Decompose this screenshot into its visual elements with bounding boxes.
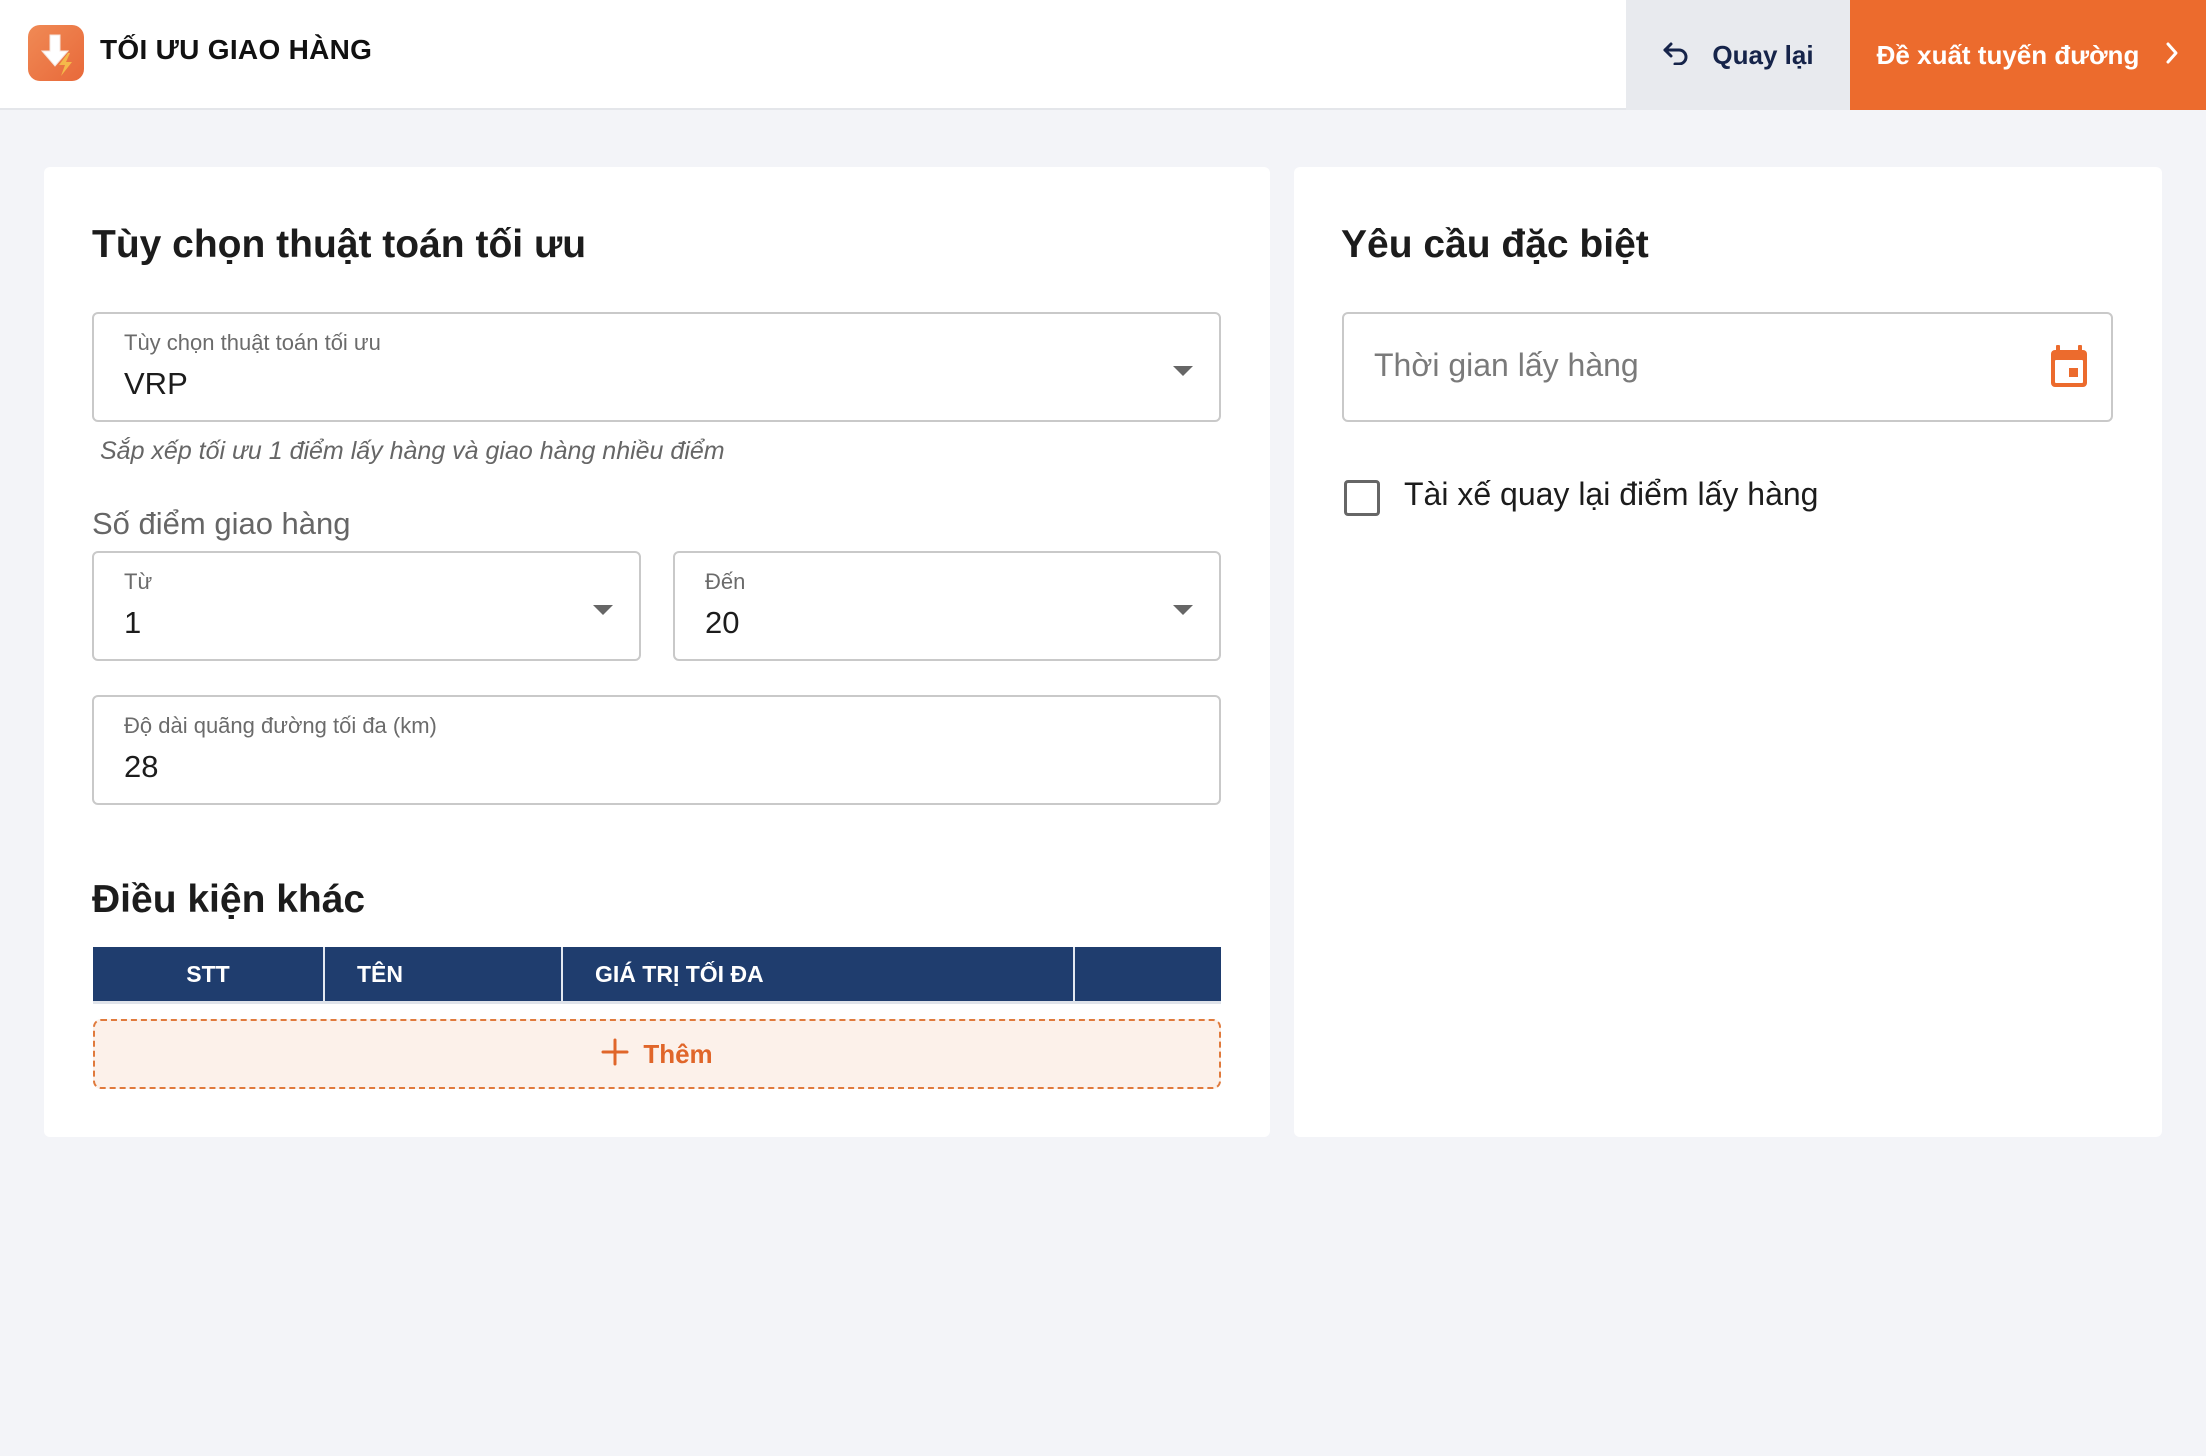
max-distance-value[interactable]: 28 (124, 749, 158, 785)
app-header: TỐI ƯU GIAO HÀNG Quay lại Đề xuất tuyến … (0, 0, 2206, 110)
dropdown-arrow-icon (593, 605, 613, 615)
from-label: Từ (124, 569, 153, 594)
delivery-points-to-select[interactable]: Đến 20 (673, 551, 1221, 661)
delivery-points-label: Số điểm giao hàng (92, 506, 351, 541)
chevron-right-icon (2165, 41, 2179, 70)
suggest-route-button-label: Đề xuất tuyến đường (1876, 39, 2140, 70)
pickup-time-input[interactable]: Thời gian lấy hàng (1342, 312, 2113, 422)
other-conditions-title: Điều kiện khác (92, 878, 366, 921)
suggest-route-button[interactable]: Đề xuất tuyến đường (1850, 0, 2206, 110)
column-header-name: TÊN (325, 947, 563, 1001)
special-card-title: Yêu cầu đặc biệt (1341, 223, 1649, 266)
algorithm-helper-text: Sắp xếp tối ưu 1 điểm lấy hàng và giao h… (100, 437, 725, 465)
algorithm-select[interactable]: Tùy chọn thuật toán tối ưu VRP (92, 312, 1221, 422)
column-header-max-value: GIÁ TRỊ TỐI ĐA (563, 947, 1075, 1001)
return-to-pickup-checkbox[interactable] (1344, 480, 1380, 516)
column-header-stt: STT (93, 947, 325, 1001)
app-title: TỐI ƯU GIAO HÀNG (100, 34, 373, 65)
to-value: 20 (705, 605, 740, 640)
dropdown-arrow-icon (1173, 366, 1193, 376)
from-value: 1 (124, 605, 142, 640)
algorithm-select-label: Tùy chọn thuật toán tối ưu (124, 330, 381, 355)
max-distance-label: Độ dài quãng đường tối đa (km) (124, 713, 437, 738)
conditions-table-header: STT TÊN GIÁ TRỊ TỐI ĐA (93, 947, 1221, 1004)
return-to-pickup-label: Tài xế quay lại điểm lấy hàng (1404, 476, 1819, 512)
undo-arrow-icon (1662, 41, 1690, 70)
plus-icon (601, 1038, 629, 1071)
pickup-time-placeholder: Thời gian lấy hàng (1374, 347, 1639, 383)
algorithm-options-card: Tùy chọn thuật toán tối ưu Tùy chọn thuậ… (44, 167, 1270, 1137)
special-requirements-card: Yêu cầu đặc biệt Thời gian lấy hàng Tài … (1294, 167, 2162, 1137)
back-button-label: Quay lại (1712, 39, 1814, 70)
add-condition-button[interactable]: Thêm (93, 1019, 1221, 1089)
max-distance-input[interactable]: Độ dài quãng đường tối đa (km) 28 (92, 695, 1221, 805)
add-condition-label: Thêm (643, 1038, 713, 1069)
to-label: Đến (705, 569, 746, 594)
calendar-icon[interactable] (2049, 345, 2089, 389)
delivery-points-from-select[interactable]: Từ 1 (92, 551, 641, 661)
algorithm-select-value: VRP (124, 366, 188, 401)
dropdown-arrow-icon (1173, 605, 1193, 615)
algorithm-card-title: Tùy chọn thuật toán tối ưu (92, 223, 587, 266)
column-header-actions (1075, 947, 1221, 1001)
back-button[interactable]: Quay lại (1626, 0, 1850, 110)
app-logo-icon (28, 25, 84, 81)
